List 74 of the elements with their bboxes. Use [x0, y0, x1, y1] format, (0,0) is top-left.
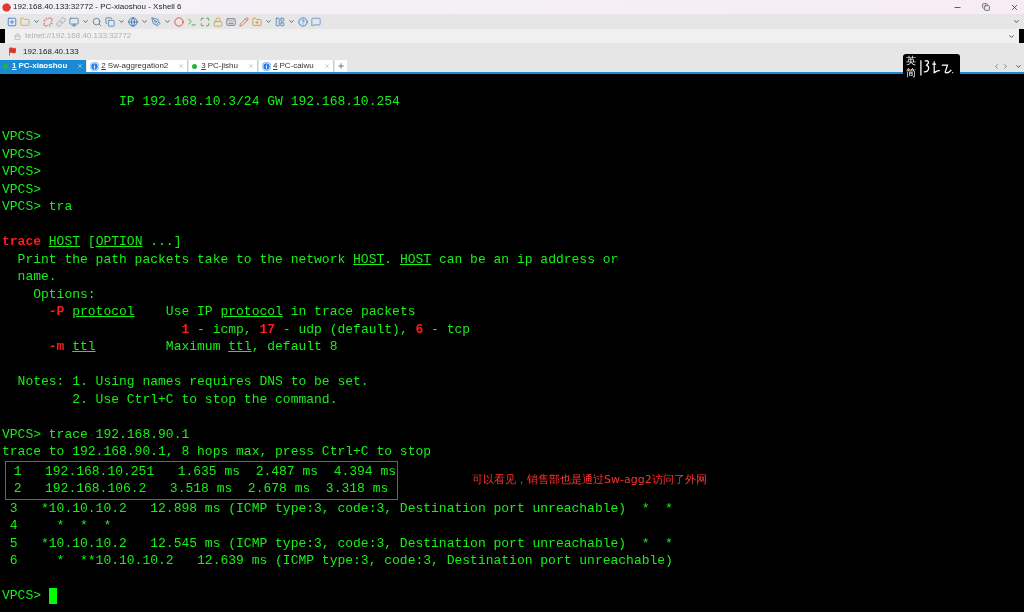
caret-icon[interactable] — [288, 18, 295, 25]
terminal-line: 3 *10.10.10.2 12.898 ms (ICMP type:3, code:3, Destination port unreachable) * * — [8, 499, 673, 517]
caret-icon[interactable] — [118, 18, 125, 25]
ime-script[interactable]: 简 — [906, 67, 916, 79]
globe-icon[interactable] — [128, 16, 138, 27]
dropdown-icon[interactable] — [1008, 32, 1015, 40]
info-icon — [90, 61, 100, 71]
plus-icon — [336, 62, 345, 70]
tab-list-icon[interactable] — [1015, 62, 1022, 70]
terminal-line: 4 * * * — [8, 517, 112, 535]
pen-icon[interactable] — [151, 16, 161, 27]
session-host[interactable]: 192.168.40.133 — [23, 45, 79, 58]
new-tab-button[interactable] — [334, 60, 347, 72]
terminal-line: VPCS> — [2, 587, 42, 605]
terminal-line: 5 *10.10.10.2 12.545 ms (ICMP type:3, code:3, Destination port unreachable) * * — [8, 534, 673, 552]
terminal-icon[interactable] — [187, 16, 197, 27]
session-tab[interactable]: 1 PC-xiaoshou — [0, 60, 87, 72]
restore-icon[interactable] — [982, 3, 990, 11]
terminal-line: VPCS> trace 192.168.90.1 — [2, 425, 190, 443]
terminal-line: VPCS> — [2, 180, 41, 198]
layout-icon[interactable] — [275, 16, 285, 27]
fullscreen-icon[interactable] — [200, 16, 210, 27]
unlink-icon[interactable] — [43, 16, 53, 27]
caret-icon[interactable] — [33, 18, 40, 25]
folder-plus-icon[interactable] — [252, 16, 262, 27]
caret-icon[interactable] — [82, 18, 89, 25]
session-tab[interactable]: 4 PC-caiwu — [259, 60, 334, 72]
terminal-line: Options: — [32, 285, 96, 303]
terminal-line: 2. Use Ctrl+C to stop the command. — [71, 390, 338, 408]
chat-icon[interactable] — [311, 16, 321, 27]
terminal-line: Print the path packets take to the network HOST. HOST can be an ip address or — [16, 250, 619, 268]
link-icon[interactable] — [56, 16, 66, 27]
caret-icon[interactable] — [265, 18, 272, 25]
terminal-line: trace to 192.168.90.1, 8 hops max, press Ctrl+C to stop — [2, 443, 432, 461]
address-text: telnet://192.168.40.133:32772 — [25, 30, 132, 42]
flag-icon — [8, 47, 17, 56]
window-title: 192.168.40.133:32772 - PC-xiaoshou - Xshell 6 — [13, 1, 182, 13]
ime-widget[interactable]: 英 简 — [903, 54, 960, 80]
lock-icon[interactable] — [213, 16, 223, 27]
lock-icon — [14, 32, 21, 40]
terminal-line: name. — [16, 268, 57, 286]
new-session-icon[interactable] — [7, 16, 17, 27]
caret-icon[interactable] — [164, 18, 171, 25]
search-icon[interactable] — [92, 16, 102, 27]
toolbar-overflow-icon[interactable] — [1013, 18, 1020, 25]
session-tab[interactable]: 2 Sw-aggregation2 — [87, 60, 189, 72]
terminal-line: -m ttl Maximum ttl, default 8 — [47, 338, 338, 356]
terminal-line: 2 192.168.106.2 3.518 ms 2.678 ms 3.318 ms — [12, 480, 389, 498]
ime-language[interactable]: 英 — [906, 55, 916, 67]
terminal-line: 1 192.168.10.251 1.635 ms 2.487 ms 4.394 ms — [12, 462, 397, 480]
folder-icon[interactable] — [20, 16, 30, 27]
caret-icon[interactable] — [141, 18, 148, 25]
terminal-line: VPCS> — [2, 163, 41, 181]
info-icon — [262, 61, 271, 71]
scroll-right-icon[interactable] — [1002, 62, 1009, 70]
terminal-line: 6 * **10.10.10.2 12.639 ms (ICMP type:3, code:3, Destination port unreachable) — [8, 552, 673, 570]
keyboard-icon[interactable] — [226, 16, 236, 27]
terminal-line: IP 192.168.10.3/24 GW 192.168.10.254 — [118, 93, 400, 111]
terminal-line: VPCS> tra — [2, 198, 73, 216]
help-icon[interactable] — [298, 16, 308, 27]
pencil-icon[interactable] — [239, 16, 249, 27]
session-tab[interactable]: 3 PC-jishu — [189, 60, 258, 72]
copy-icon[interactable] — [105, 16, 115, 27]
terminal-line: Notes: 1. Using names requires DNS to be set. — [16, 373, 369, 391]
annotation-note: 可以看见，销售部也是通过Sw-agg2访问了外网 — [472, 471, 707, 488]
terminal-line: VPCS> — [2, 128, 41, 146]
terminal-line: -P protocol Use IP protocol in trace packets — [47, 303, 416, 321]
close-icon[interactable] — [1010, 2, 1019, 12]
terminal-line: VPCS> — [2, 145, 41, 163]
scroll-left-icon[interactable] — [993, 62, 1000, 70]
terminal-line: 1 - icmp, 17 - udp (default), 6 - tcp — [180, 320, 471, 338]
terminal-line: trace HOST [OPTION ...] — [2, 233, 182, 251]
shell-logo-icon — [2, 2, 11, 12]
monitor-icon[interactable] — [69, 16, 79, 27]
